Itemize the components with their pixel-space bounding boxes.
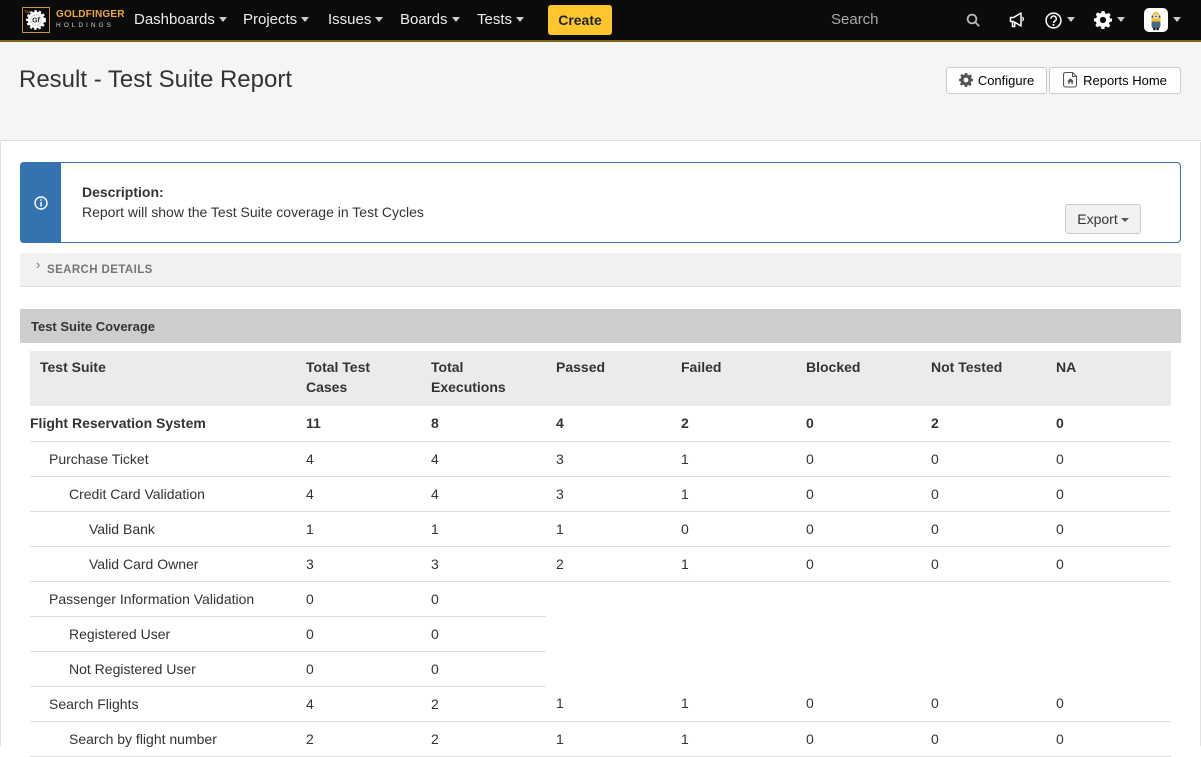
svg-text:TM: TM <box>24 9 30 14</box>
svg-text:Gf: Gf <box>32 18 40 25</box>
